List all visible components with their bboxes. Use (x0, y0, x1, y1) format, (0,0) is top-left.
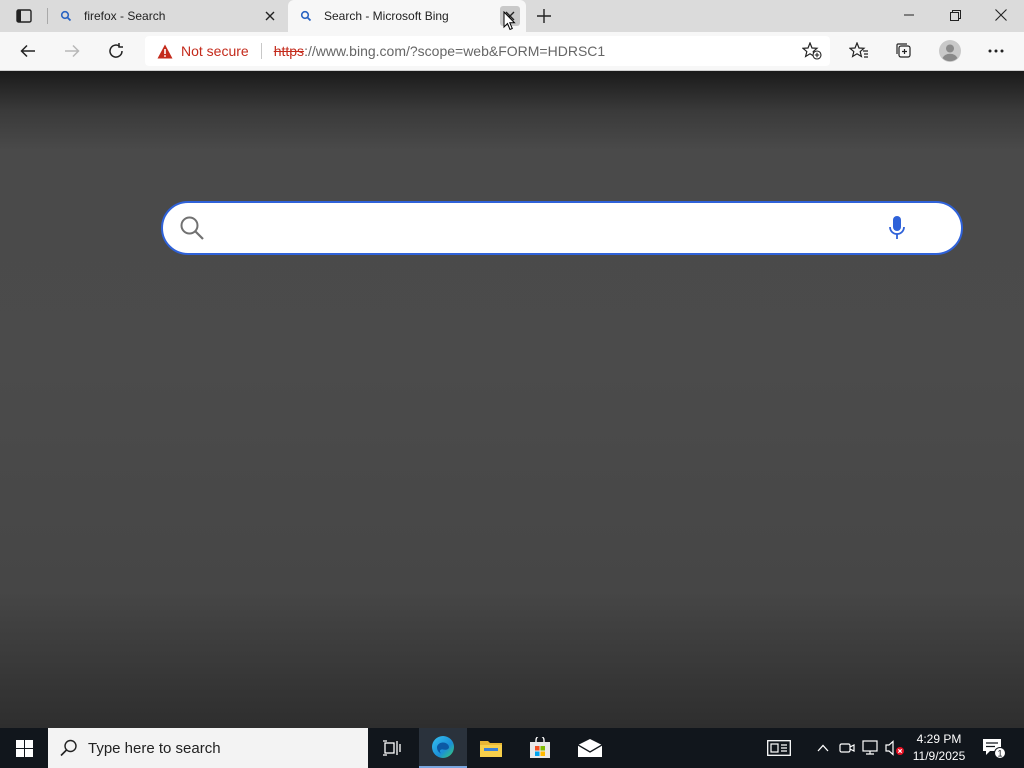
taskbar-file-explorer-app[interactable] (467, 728, 515, 768)
tab-actions-button[interactable] (8, 4, 40, 28)
address-toolbar: Not secure https://www.bing.com/?scope=w… (0, 32, 1024, 71)
tab-strip: firefox - Search Search - Microsoft Bing (0, 0, 1024, 32)
bing-search-box[interactable] (161, 201, 963, 255)
add-favorite-button[interactable] (802, 41, 822, 61)
close-icon (995, 9, 1007, 21)
favorites-icon (849, 42, 868, 58)
collections-icon (896, 43, 911, 58)
start-button[interactable] (0, 728, 48, 768)
security-indicator[interactable]: Not secure (157, 43, 249, 59)
chevron-up-icon (817, 744, 829, 752)
clock-time: 4:29 PM (916, 732, 962, 746)
volume-button[interactable] (884, 728, 906, 768)
more-icon (988, 49, 1004, 53)
file-explorer-icon (480, 741, 502, 757)
taskbar: Type here to search 4:29 PM 11/9/2025 1 (0, 728, 1024, 768)
close-window-button[interactable] (978, 0, 1024, 30)
taskbar-search-placeholder: Type here to search (88, 739, 221, 757)
mouse-cursor-icon (503, 11, 516, 31)
store-icon (530, 737, 550, 758)
forward-icon (65, 44, 80, 58)
warning-icon (157, 44, 173, 58)
favorites-button[interactable] (843, 36, 875, 66)
add-favorite-icon (802, 42, 822, 60)
url-text[interactable]: https://www.bing.com/?scope=web&FORM=HDR… (274, 43, 605, 59)
close-icon (265, 11, 275, 21)
network-icon (862, 740, 878, 755)
notification-count: 1 (997, 748, 1002, 758)
bing-page (0, 71, 1024, 728)
url-rest: ://www.bing.com/?scope=web&FORM=HDRSC1 (304, 43, 606, 59)
tab-microsoft-bing[interactable]: Search - Microsoft Bing (288, 0, 526, 32)
notification-icon: 1 (983, 739, 1006, 759)
new-tab-button[interactable] (532, 4, 556, 28)
windows-logo-icon (15, 739, 33, 757)
restore-button[interactable] (932, 0, 978, 30)
volume-muted-icon (885, 740, 904, 756)
plus-icon (537, 9, 551, 23)
collections-button[interactable] (888, 36, 920, 66)
mail-icon (578, 739, 602, 757)
meet-now-button[interactable] (836, 728, 858, 768)
task-view-button[interactable] (368, 728, 416, 768)
taskbar-search-box[interactable]: Type here to search (48, 728, 368, 768)
clock-date: 11/9/2025 (912, 749, 966, 763)
restore-icon (949, 9, 961, 21)
forward-button[interactable] (56, 36, 88, 66)
tab-title: firefox - Search (84, 9, 166, 23)
refresh-icon (109, 43, 123, 58)
taskbar-mail-app[interactable] (566, 728, 614, 768)
show-hidden-icons-button[interactable] (812, 728, 834, 768)
microphone-icon (889, 216, 905, 239)
not-secure-label: Not secure (181, 43, 249, 59)
taskbar-store-app[interactable] (516, 728, 564, 768)
taskbar-edge-app[interactable] (419, 728, 467, 768)
voice-search-button[interactable] (877, 208, 917, 248)
network-button[interactable] (860, 728, 882, 768)
address-separator (260, 43, 262, 59)
tab-title: Search - Microsoft Bing (324, 9, 449, 23)
url-scheme: https (273, 43, 305, 59)
profile-button[interactable] (934, 36, 966, 66)
notification-center-button[interactable]: 1 (980, 728, 1008, 768)
minimize-button[interactable] (886, 0, 932, 30)
address-bar[interactable]: Not secure https://www.bing.com/?scope=w… (145, 36, 830, 66)
news-widget-button[interactable] (764, 728, 794, 768)
search-icon[interactable] (179, 215, 205, 241)
clock[interactable]: 4:29 PM 11/9/2025 (906, 730, 972, 766)
task-view-icon (383, 740, 401, 756)
tab-firefox-search[interactable]: firefox - Search (48, 0, 286, 32)
search-icon (60, 739, 78, 757)
edge-icon (432, 736, 454, 758)
search-input[interactable] (211, 212, 877, 244)
back-icon (20, 44, 35, 58)
bing-search-icon (298, 8, 314, 24)
refresh-button[interactable] (100, 36, 132, 66)
back-button[interactable] (12, 36, 44, 66)
news-icon (767, 740, 791, 756)
profile-icon (939, 40, 961, 62)
minimize-icon (904, 14, 914, 16)
bing-search-icon (58, 8, 74, 24)
tab-actions-icon (16, 9, 32, 23)
tab-close-button[interactable] (260, 6, 280, 26)
settings-more-button[interactable] (980, 36, 1012, 66)
meet-now-icon (839, 743, 855, 753)
